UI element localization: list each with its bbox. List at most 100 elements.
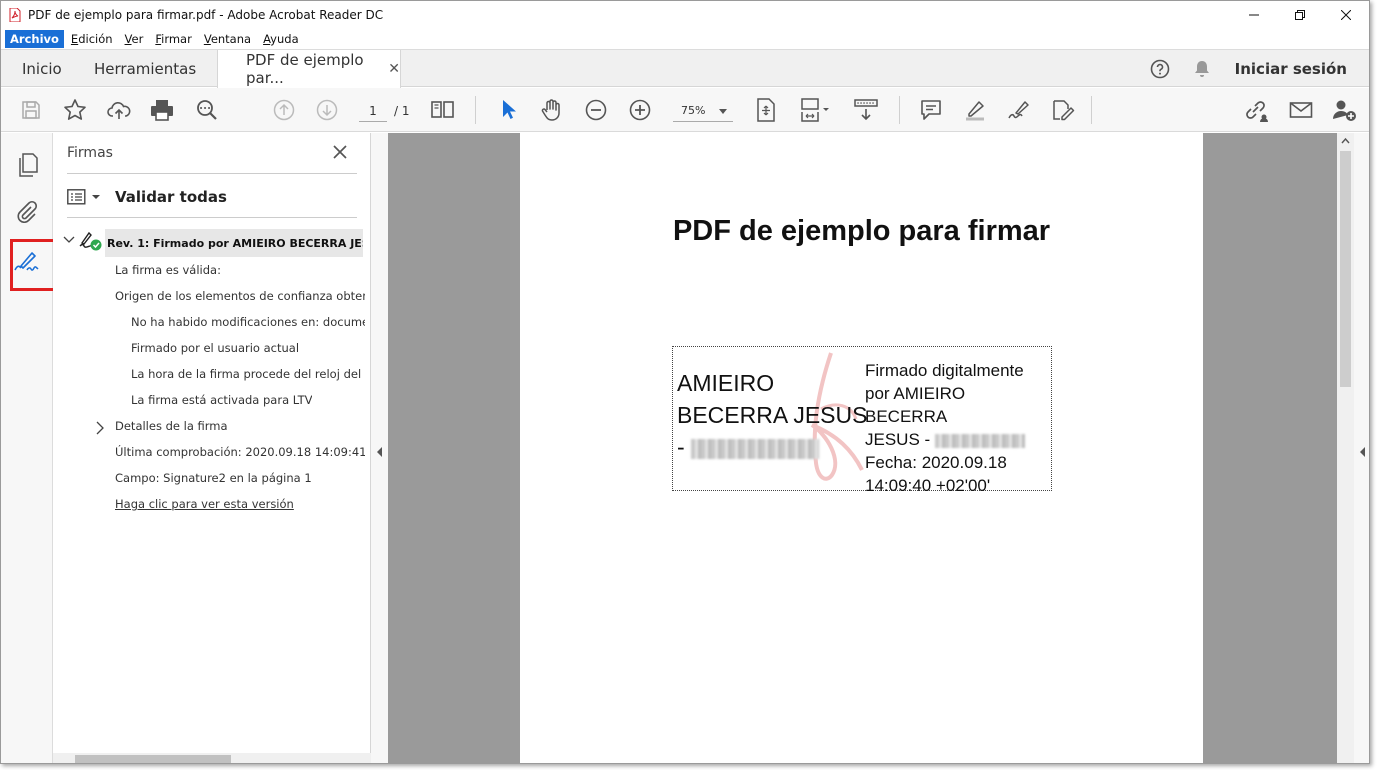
- menu-ayuda[interactable]: Ayuda: [258, 30, 304, 48]
- close-panel-icon[interactable]: [333, 143, 347, 164]
- window-title: PDF de ejemplo para firmar.pdf - Adobe A…: [28, 8, 384, 22]
- edit-document-icon[interactable]: [1050, 97, 1076, 123]
- page-thumbnails-icon[interactable]: [13, 151, 41, 179]
- add-user-icon[interactable]: [1332, 97, 1358, 123]
- menu-edicion[interactable]: Edición: [66, 30, 118, 48]
- signer-name-line1: AMIEIRO: [677, 370, 775, 396]
- signature-line1: Firmado digitalmente: [865, 361, 1024, 380]
- menu-bar: Archivo Edición Ver Firmar Ventana Ayuda: [5, 29, 306, 48]
- signer-name-block: AMIEIRO BECERRA JESUS -: [677, 367, 867, 463]
- help-icon[interactable]: [1149, 58, 1171, 80]
- signer-name-line3: -: [677, 431, 867, 463]
- highlight-pen-icon[interactable]: [962, 97, 988, 123]
- panel-divider: [67, 173, 357, 174]
- tab-document[interactable]: PDF de ejemplo par... ✕: [217, 50, 401, 88]
- panel-divider: [67, 217, 357, 218]
- zoom-out-icon[interactable]: [583, 97, 609, 123]
- validate-all-row[interactable]: Validar todas: [67, 185, 227, 209]
- signature-details-item[interactable]: Detalles de la firma: [115, 419, 228, 433]
- select-cursor-icon[interactable]: [496, 97, 522, 123]
- scroll-mode-icon[interactable]: [798, 97, 834, 123]
- scrollbar-thumb[interactable]: [1340, 151, 1351, 387]
- bookmark-star-icon[interactable]: [62, 97, 88, 123]
- minimize-button[interactable]: [1231, 1, 1277, 29]
- acrobat-window: PDF de ejemplo para firmar.pdf - Adobe A…: [0, 0, 1370, 764]
- list-item: No ha habido modificaciones en: document: [131, 315, 365, 329]
- options-list-icon[interactable]: [67, 189, 87, 205]
- page-display-icon[interactable]: [430, 97, 456, 123]
- comment-icon[interactable]: [918, 97, 944, 123]
- print-icon[interactable]: [149, 97, 175, 123]
- document-vertical-scrollbar[interactable]: [1337, 133, 1354, 763]
- redacted-id: [691, 438, 820, 459]
- tab-herramientas[interactable]: Herramientas: [94, 50, 196, 87]
- validate-all-button[interactable]: Validar todas: [115, 188, 227, 206]
- scrollbar-thumb[interactable]: [75, 755, 231, 763]
- chevron-down-icon: [719, 109, 727, 114]
- page-number-input[interactable]: 1: [359, 100, 387, 122]
- acrobat-app-icon: [9, 8, 21, 22]
- zoom-in-icon[interactable]: [627, 97, 653, 123]
- close-window-button[interactable]: [1323, 1, 1369, 29]
- upload-cloud-icon[interactable]: [106, 97, 132, 123]
- fill-sign-icon[interactable]: [1006, 97, 1032, 123]
- view-version-link[interactable]: Haga clic para ver esta versión: [115, 497, 294, 511]
- menu-ver[interactable]: Ver: [120, 30, 149, 48]
- panel-title: Firmas: [67, 145, 113, 161]
- email-icon[interactable]: [1288, 97, 1314, 123]
- page-total-label: / 1: [394, 104, 410, 118]
- tab-document-label: PDF de ejemplo par...: [246, 51, 364, 87]
- notifications-bell-icon[interactable]: [1191, 58, 1213, 80]
- toolbar-separator: [899, 96, 900, 124]
- pdf-page: PDF de ejemplo para firmar AMIEIRO BECER…: [520, 133, 1203, 763]
- chevron-right-icon[interactable]: [95, 421, 105, 438]
- panel-horizontal-scrollbar[interactable]: [53, 753, 371, 763]
- list-item: Última comprobación: 2020.09.18 14:09:41…: [115, 445, 365, 459]
- list-item: Firmado por el usuario actual: [131, 341, 300, 355]
- zoom-search-icon[interactable]: [194, 97, 220, 123]
- tabs-bar: Inicio Herramientas PDF de ejemplo par..…: [1, 49, 1369, 88]
- signature-field[interactable]: AMIEIRO BECERRA JESUS - Firmado digitalm…: [672, 346, 1052, 495]
- collapse-panel-handle[interactable]: [371, 133, 388, 763]
- redacted-id: [934, 433, 1025, 448]
- scroll-up-icon[interactable]: [1341, 137, 1350, 145]
- list-item: La firma es válida:: [115, 263, 221, 277]
- share-link-icon[interactable]: [1243, 97, 1269, 123]
- previous-page-icon[interactable]: [271, 97, 297, 123]
- zoom-level-select[interactable]: 75%: [673, 100, 733, 122]
- attachments-paperclip-icon[interactable]: [13, 197, 41, 225]
- save-icon[interactable]: [18, 97, 44, 123]
- hand-tool-icon[interactable]: [539, 97, 565, 123]
- toolbar-separator: [1091, 96, 1092, 124]
- next-page-icon[interactable]: [314, 97, 340, 123]
- menu-ventana[interactable]: Ventana: [199, 30, 256, 48]
- list-item: Origen de los elementos de confianza obt…: [115, 289, 365, 303]
- document-title: PDF de ejemplo para firmar: [672, 215, 1051, 247]
- signatures-highlight-box: [10, 239, 56, 291]
- tab-inicio[interactable]: Inicio: [22, 50, 62, 87]
- signatures-panel: Firmas Validar todas Rev. 1: Firmado por…: [53, 133, 371, 763]
- sign-in-button[interactable]: Iniciar sesión: [1235, 50, 1347, 87]
- main-toolbar: 1 / 1 75%: [1, 88, 1369, 132]
- window-controls: [1231, 1, 1369, 29]
- tab-close-icon[interactable]: ✕: [388, 61, 400, 77]
- signature-valid-icon: [79, 228, 105, 252]
- toolbar-separator: [475, 96, 476, 124]
- chevron-down-icon[interactable]: [63, 234, 75, 248]
- read-mode-icon[interactable]: [853, 97, 879, 123]
- list-item: La hora de la firma procede del reloj de…: [131, 367, 365, 381]
- menu-archivo[interactable]: Archivo: [5, 29, 64, 48]
- fit-page-icon[interactable]: [753, 97, 779, 123]
- menu-firmar[interactable]: Firmar: [150, 30, 196, 48]
- signature-line5: 14:09:40 +02'00': [865, 476, 991, 495]
- revision-label: Rev. 1: Firmado por AMIEIRO BECERRA JESU…: [107, 236, 363, 250]
- revision-row[interactable]: Rev. 1: Firmado por AMIEIRO BECERRA JESU…: [105, 229, 363, 257]
- title-bar: PDF de ejemplo para firmar.pdf - Adobe A…: [1, 1, 1369, 29]
- signature-line4: Fecha: 2020.09.18: [865, 453, 1007, 472]
- restore-button[interactable]: [1277, 1, 1323, 29]
- right-pane-toggle[interactable]: [1354, 133, 1369, 763]
- signature-details-block: Firmado digitalmente por AMIEIRO BECERRA…: [865, 359, 1051, 497]
- chevron-down-icon[interactable]: [91, 193, 101, 201]
- signature-line3: JESUS -: [865, 428, 1051, 451]
- zoom-level-value: 75%: [681, 104, 706, 117]
